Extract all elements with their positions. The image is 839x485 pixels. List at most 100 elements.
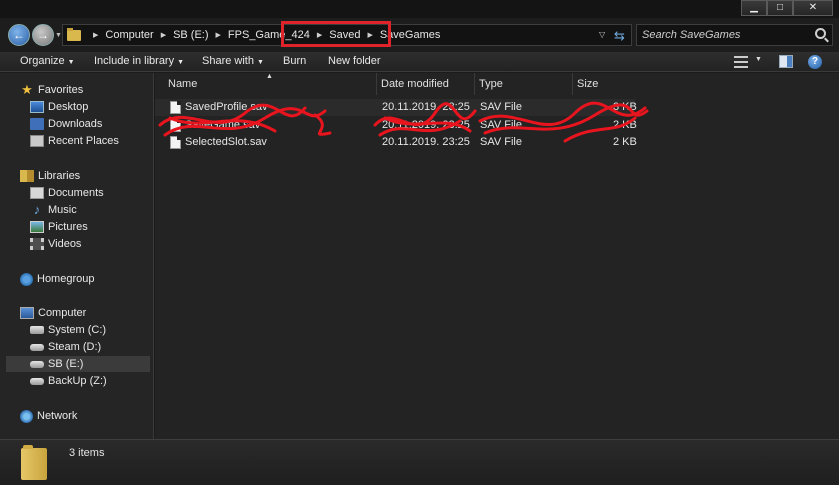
title-bar: ▁ □ ✕ — [0, 0, 839, 18]
folder-icon — [21, 445, 47, 480]
search-box — [636, 24, 833, 46]
file-name: SavedProfile.sav — [185, 101, 268, 113]
recent-pages-button[interactable]: ▼ — [55, 32, 62, 39]
sidebar-item-label: Pictures — [48, 221, 88, 233]
column-header-date-modified[interactable]: Date modified — [377, 73, 475, 95]
file-date: 20.11.2019. 23:25 — [382, 101, 470, 113]
include-in-library-label: Include in library — [94, 55, 175, 67]
details-pane: 3 items — [0, 439, 839, 485]
chevron-down-icon: ▼ — [67, 59, 75, 66]
chevron-right-icon[interactable]: ▶ — [161, 31, 166, 39]
address-bar[interactable]: ▶ Computer ▶ SB (E:) ▶ FPS_Game_424 ▶ Sa… — [62, 21, 632, 47]
sidebar-item-label: Favorites — [38, 84, 84, 96]
forward-button[interactable]: → — [32, 24, 54, 46]
include-in-library-button[interactable]: Include in library ▼ — [94, 55, 184, 67]
address-row: ← → ▼ ▶ Computer ▶ SB (E:) ▶ FPS_Game_42… — [0, 18, 839, 52]
file-name: SelectedSlot.sav — [185, 136, 267, 148]
sidebar-item-label: Downloads — [48, 118, 103, 130]
sidebar-item-sb-e[interactable]: SB (E:) — [6, 356, 150, 372]
help-icon[interactable]: ? — [808, 55, 822, 69]
sidebar-item-label: Desktop — [48, 101, 89, 113]
folder-icon — [67, 27, 81, 41]
minimize-button[interactable]: ▁ — [741, 0, 767, 16]
chevron-right-icon[interactable]: ▶ — [216, 31, 221, 39]
column-header-type[interactable]: Type — [475, 73, 573, 95]
search-input[interactable] — [637, 25, 812, 45]
sidebar-item-homegroup[interactable]: Homegroup — [20, 271, 94, 287]
sidebar-item-videos[interactable]: Videos — [30, 236, 81, 252]
sidebar-item-downloads[interactable]: Downloads — [30, 116, 102, 132]
window-controls: ▁ □ ✕ — [741, 0, 833, 16]
file-type: SAV File — [480, 136, 522, 148]
view-options-icon[interactable] — [734, 56, 748, 68]
chevron-down-icon: ▼ — [177, 59, 185, 66]
documents-icon — [30, 187, 44, 199]
file-row[interactable]: SaveGame.sav 20.11.2019. 23:25 SAV File … — [155, 117, 637, 134]
file-date: 20.11.2019. 23:25 — [382, 119, 470, 131]
item-count: 3 items — [69, 447, 105, 459]
sidebar-item-computer[interactable]: Computer — [20, 305, 86, 321]
sidebar-item-label: Documents — [48, 187, 104, 199]
column-header-name[interactable]: Name — [155, 73, 377, 95]
file-icon — [170, 101, 181, 114]
drive-icon — [30, 377, 44, 385]
organize-button[interactable]: Organize ▼ — [20, 55, 75, 67]
sidebar-item-system-c[interactable]: System (C:) — [30, 322, 106, 338]
sidebar-item-music[interactable]: ♪ Music — [30, 202, 77, 218]
sidebar-item-label: System (C:) — [48, 324, 107, 336]
sidebar-item-favorites[interactable]: ★ Favorites — [20, 82, 83, 98]
new-folder-button[interactable]: New folder — [328, 55, 381, 67]
file-size: 3 KB — [613, 101, 637, 113]
column-header-size[interactable]: Size — [573, 73, 631, 95]
sidebar-item-backup-z[interactable]: BackUp (Z:) — [30, 373, 107, 389]
drive-icon — [30, 326, 44, 334]
file-list: ▲ Name Date modified Type Size SavedProf… — [155, 73, 839, 439]
sidebar-item-label: Recent Places — [48, 135, 119, 147]
file-date: 20.11.2019. 23:25 — [382, 136, 470, 148]
burn-button[interactable]: Burn — [283, 55, 306, 67]
arrow-right-icon: → — [37, 28, 49, 42]
sidebar-item-steam-d[interactable]: Steam (D:) — [30, 339, 101, 355]
chevron-down-icon: ▼ — [256, 59, 264, 66]
back-button[interactable]: ← — [8, 24, 30, 46]
network-icon — [20, 409, 33, 423]
sidebar-item-label: Computer — [38, 307, 87, 319]
drive-icon — [30, 360, 44, 368]
file-size: 2 KB — [613, 119, 637, 131]
file-type: SAV File — [480, 101, 522, 113]
downloads-icon — [30, 118, 44, 130]
file-icon — [170, 119, 181, 132]
libraries-icon — [20, 170, 34, 182]
breadcrumb-item-computer[interactable]: Computer — [105, 29, 153, 41]
preview-pane-icon[interactable] — [779, 55, 793, 68]
sidebar-item-network[interactable]: Network — [20, 408, 77, 424]
homegroup-icon — [20, 272, 33, 286]
share-with-button[interactable]: Share with ▼ — [202, 55, 264, 67]
sidebar-item-pictures[interactable]: Pictures — [30, 219, 88, 235]
chevron-right-icon[interactable]: ▶ — [93, 31, 98, 39]
breadcrumb-item-sb-drive[interactable]: SB (E:) — [173, 29, 208, 41]
desktop-icon — [30, 101, 44, 113]
sidebar-item-libraries[interactable]: Libraries — [20, 168, 80, 184]
maximize-button[interactable]: □ — [767, 0, 793, 16]
file-icon — [170, 136, 181, 149]
file-type: SAV File — [480, 119, 522, 131]
organize-label: Organize — [20, 55, 65, 67]
star-icon: ★ — [21, 82, 33, 97]
file-row[interactable]: SelectedSlot.sav 20.11.2019. 23:25 SAV F… — [155, 134, 637, 151]
sidebar-item-label: Network — [37, 410, 78, 422]
address-history-button[interactable]: ▽ — [599, 30, 605, 39]
recent-places-icon — [30, 135, 44, 147]
file-size: 2 KB — [613, 136, 637, 148]
sidebar-item-documents[interactable]: Documents — [30, 185, 104, 201]
sidebar-item-desktop[interactable]: Desktop — [30, 99, 88, 115]
search-icon[interactable] — [815, 28, 826, 39]
sidebar-item-recent-places[interactable]: Recent Places — [30, 133, 119, 149]
sidebar-item-label: Libraries — [38, 170, 81, 182]
chevron-down-icon[interactable]: ▼ — [755, 56, 762, 63]
sidebar-item-label: Steam (D:) — [48, 341, 102, 353]
refresh-icon[interactable]: ⇆ — [614, 28, 625, 44]
file-row[interactable]: SavedProfile.sav 20.11.2019. 23:25 SAV F… — [155, 99, 637, 116]
close-button[interactable]: ✕ — [793, 0, 833, 16]
arrow-left-icon: ← — [13, 28, 25, 42]
